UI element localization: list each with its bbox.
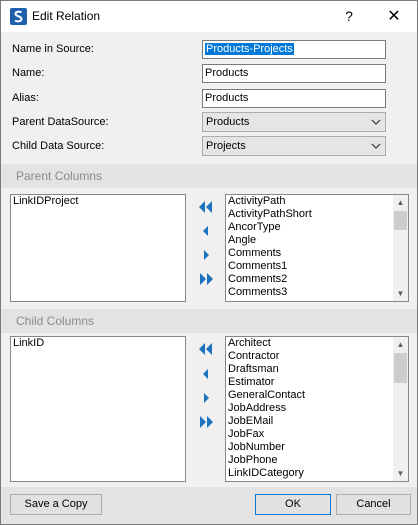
move-right-button[interactable]	[197, 391, 215, 405]
name-label: Name:	[12, 67, 45, 79]
parent-available-list[interactable]: ActivityPath ActivityPathShort AncorType…	[225, 194, 409, 302]
chevron-down-icon	[371, 113, 381, 131]
double-chevron-left-icon	[197, 200, 215, 214]
name-in-source-input[interactable]: Products-Projects	[202, 40, 386, 59]
list-item[interactable]: JobAddress	[226, 402, 408, 415]
move-all-right-button[interactable]	[197, 272, 215, 286]
alias-label: Alias:	[12, 92, 39, 104]
child-list-scrollbar[interactable]: ▲ ▼	[393, 337, 408, 481]
parent-datasource-value: Products	[206, 116, 250, 128]
ok-button[interactable]: OK	[255, 494, 331, 515]
close-button[interactable]: ✕	[371, 1, 417, 32]
list-item[interactable]: JobFax	[226, 428, 408, 441]
parent-list-scrollbar[interactable]: ▲ ▼	[393, 195, 408, 301]
list-item[interactable]: Draftsman	[226, 363, 408, 376]
list-item[interactable]: AncorType	[226, 221, 408, 234]
move-left-button[interactable]	[197, 224, 215, 238]
chevron-right-icon	[197, 248, 215, 262]
list-item[interactable]: JobNumber	[226, 441, 408, 454]
parent-columns-header: Parent Columns	[1, 164, 417, 188]
list-item[interactable]: Comments1	[226, 260, 408, 273]
list-item[interactable]: ActivityPathShort	[226, 208, 408, 221]
scroll-thumb[interactable]	[394, 211, 407, 230]
chevron-right-icon	[197, 391, 215, 405]
list-item[interactable]: JobPhone	[226, 454, 408, 467]
scroll-up-icon[interactable]: ▲	[393, 195, 408, 210]
double-chevron-right-icon	[197, 272, 215, 286]
chevron-down-icon	[371, 137, 381, 155]
child-selected-list[interactable]: LinkID	[10, 336, 186, 482]
chevron-left-icon	[197, 367, 215, 381]
name-in-source-label: Name in Source:	[12, 43, 94, 55]
list-item[interactable]: LinkIDProject	[11, 195, 185, 208]
name-input[interactable]: Products	[202, 64, 386, 83]
child-datasource-value: Projects	[206, 140, 246, 152]
window-title: Edit Relation	[32, 9, 101, 23]
move-all-left-button[interactable]	[197, 342, 215, 356]
parent-selected-list[interactable]: LinkIDProject	[10, 194, 186, 302]
list-item[interactable]: Comments	[226, 247, 408, 260]
scroll-down-icon[interactable]: ▼	[393, 466, 408, 481]
list-item[interactable]: ActivityPath	[226, 195, 408, 208]
scroll-thumb[interactable]	[394, 353, 407, 383]
list-item[interactable]: Estimator	[226, 376, 408, 389]
help-button[interactable]: ?	[326, 1, 372, 32]
move-all-left-button[interactable]	[197, 200, 215, 214]
list-item[interactable]: LinkIDCategory	[226, 467, 408, 480]
child-datasource-select[interactable]: Projects	[202, 136, 386, 156]
child-columns-header: Child Columns	[1, 309, 417, 333]
list-item[interactable]: Angle	[226, 234, 408, 247]
edit-relation-dialog: Edit Relation ? ✕ Name in Source: Produc…	[0, 0, 418, 525]
app-logo-icon	[10, 8, 27, 25]
child-columns-title: Child Columns	[16, 314, 95, 328]
move-left-button[interactable]	[197, 367, 215, 381]
scroll-up-icon[interactable]: ▲	[393, 337, 408, 352]
child-available-list[interactable]: Architect Contractor Draftsman Estimator…	[225, 336, 409, 482]
list-item[interactable]: Contractor	[226, 350, 408, 363]
child-datasource-label: Child Data Source:	[12, 140, 105, 152]
scroll-down-icon[interactable]: ▼	[393, 286, 408, 301]
name-in-source-value: Products-Projects	[205, 43, 294, 55]
parent-datasource-label: Parent DataSource:	[12, 116, 109, 128]
list-item[interactable]: Architect	[226, 337, 408, 350]
list-item[interactable]: Comments3	[226, 286, 408, 299]
list-item[interactable]: GeneralContact	[226, 389, 408, 402]
title-bar: Edit Relation ? ✕	[1, 1, 417, 32]
double-chevron-left-icon	[197, 342, 215, 356]
save-a-copy-button[interactable]: Save a Copy	[10, 494, 102, 515]
move-all-right-button[interactable]	[197, 415, 215, 429]
list-item[interactable]: JobEMail	[226, 415, 408, 428]
parent-datasource-select[interactable]: Products	[202, 112, 386, 132]
move-right-button[interactable]	[197, 248, 215, 262]
double-chevron-right-icon	[197, 415, 215, 429]
chevron-left-icon	[197, 224, 215, 238]
dialog-footer: Save a Copy OK Cancel	[1, 487, 417, 524]
alias-input[interactable]: Products	[202, 89, 386, 108]
parent-columns-title: Parent Columns	[16, 169, 103, 183]
cancel-button[interactable]: Cancel	[336, 494, 411, 515]
list-item[interactable]: Comments2	[226, 273, 408, 286]
list-item[interactable]: LinkID	[11, 337, 185, 350]
